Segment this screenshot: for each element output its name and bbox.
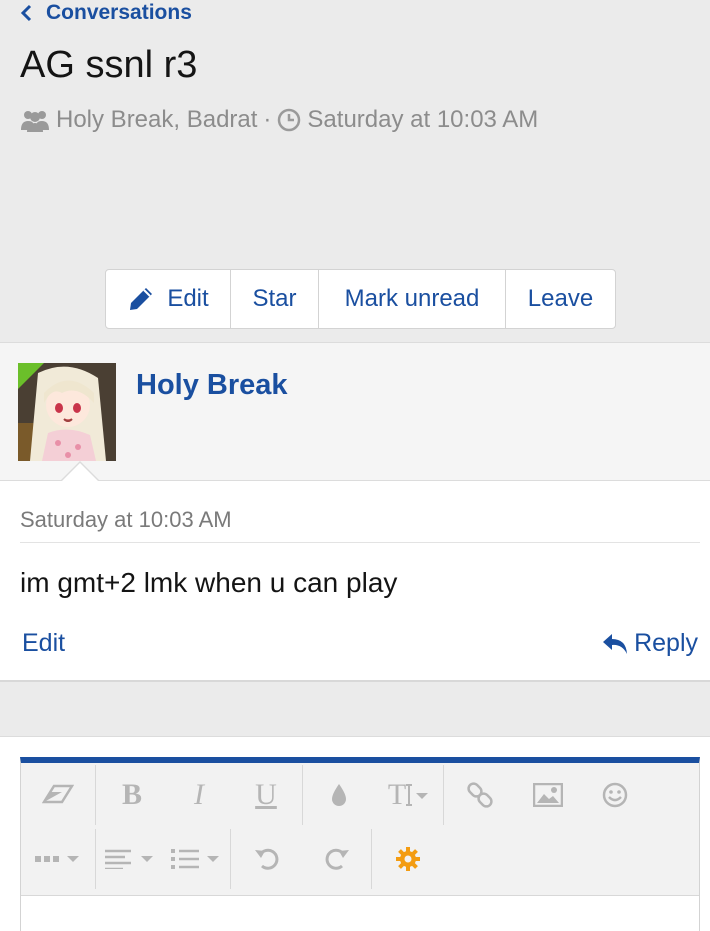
conversation-actions: Edit Star Mark unread Leave [105,269,616,329]
conversation-meta: Holy Break, Badrat · Saturday at 10:03 A… [20,106,538,134]
list-icon[interactable] [164,827,230,891]
pencil-icon [130,288,153,310]
breadcrumb-label[interactable]: Conversations [46,1,192,25]
edit-button-label: Edit [167,285,209,312]
edit-button[interactable]: Edit [106,270,231,328]
italic-button[interactable]: I [168,763,230,827]
smiley-icon[interactable] [580,763,650,827]
align-icon[interactable] [96,827,164,891]
text-size-icon: T [387,778,407,811]
message-author[interactable]: Holy Break [136,369,288,402]
image-icon[interactable] [516,763,580,827]
star-button[interactable]: Star [231,270,319,328]
mark-unread-button[interactable]: Mark unread [319,270,506,328]
participants[interactable]: Holy Break, Badrat [56,106,257,134]
divider [20,542,700,543]
conversation-start-date: Saturday at 10:03 AM [307,106,539,133]
undo-icon[interactable] [231,827,303,891]
clock-icon [278,108,301,132]
bold-button[interactable]: B [96,763,168,827]
conversation-header: Conversations AG ssnl r3 Holy Break, Bad… [0,0,710,342]
users-icon [21,111,49,132]
rich-text-editor: B I U T [20,757,700,931]
message: Saturday at 10:03 AM im gmt+2 lmk when u… [0,461,710,682]
more-options-icon[interactable] [21,827,95,891]
underline-button[interactable]: U [230,763,302,827]
reply-label: Reply [634,629,698,657]
online-indicator [18,363,44,389]
page-title: AG ssnl r3 [20,44,198,86]
chevron-left-icon [20,4,32,22]
message-edit-link[interactable]: Edit [22,629,65,658]
message-text: im gmt+2 lmk when u can play [20,567,398,598]
message-timestamp[interactable]: Saturday at 10:03 AM [20,507,232,533]
meta-separator: · [263,106,272,133]
text-color-icon[interactable] [303,763,375,827]
breadcrumb[interactable]: Conversations [20,0,192,26]
message-author-panel: Holy Break [0,342,710,480]
remove-format-icon[interactable] [21,763,95,827]
reply-button[interactable]: Reply [602,629,698,658]
link-icon[interactable] [444,763,516,827]
leave-button[interactable]: Leave [506,270,615,328]
editor-toolbar-row-1: B I U T [21,763,650,827]
redo-icon[interactable] [303,827,371,891]
gear-icon[interactable] [372,827,444,891]
editor-toolbar-row-2 [21,827,444,891]
editor-input[interactable] [21,895,699,931]
text-size-button[interactable]: T [375,763,443,827]
reply-editor-panel: B I U T [0,736,710,931]
reply-icon [603,633,628,654]
